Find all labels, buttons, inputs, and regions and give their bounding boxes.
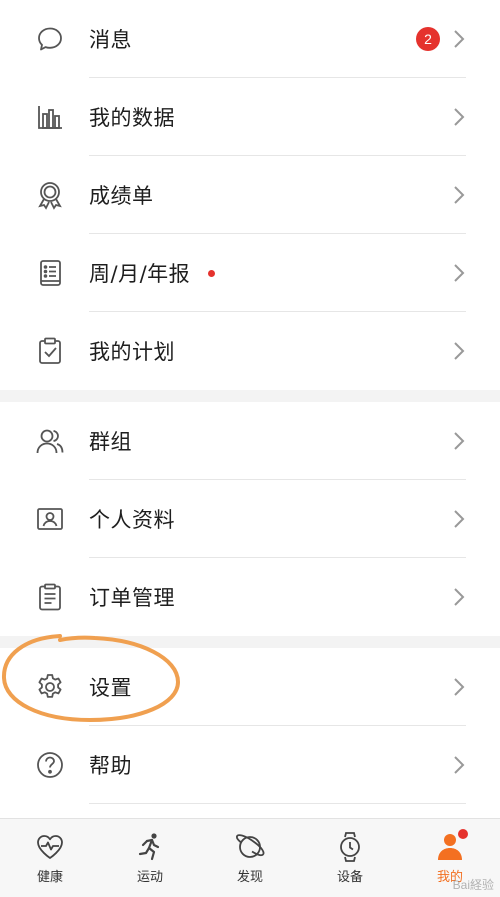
menu-item-my-data[interactable]: 我的数据 <box>0 78 500 156</box>
menu-item-help[interactable]: 帮助 <box>0 726 500 804</box>
unread-badge: 2 <box>416 27 440 51</box>
group-users-icon <box>34 425 66 457</box>
chevron-right-icon <box>454 264 465 282</box>
runner-icon <box>138 833 160 861</box>
gear-icon <box>34 671 66 703</box>
section-gap <box>0 636 500 648</box>
chevron-right-icon <box>454 432 465 450</box>
watermark: Bai経验 <box>452 878 494 892</box>
section-gap <box>0 390 500 402</box>
tab-health[interactable]: 健康 <box>0 819 100 897</box>
bottom-tab-bar: 健康 运动 发现 设备 我的 Bai経验 <box>0 818 500 897</box>
menu-item-label: 群组 <box>89 430 132 454</box>
chevron-right-icon <box>454 678 465 696</box>
heart-pulse-icon <box>37 835 63 859</box>
order-list-icon <box>34 581 66 613</box>
menu-item-orders[interactable]: 订单管理 <box>0 558 500 636</box>
chevron-right-icon <box>454 342 465 360</box>
chevron-right-icon <box>454 756 465 774</box>
medal-icon <box>34 179 66 211</box>
menu-item-label: 我的计划 <box>89 340 175 364</box>
menu-item-groups[interactable]: 群组 <box>0 402 500 480</box>
settings-menu: 消息 2 我的数据 成绩单 周/月/年报 我的计划 群组 个人资料 订单管理 设… <box>0 0 500 804</box>
message-bubble-icon <box>34 23 66 55</box>
tab-devices[interactable]: 设备 <box>300 819 400 897</box>
menu-item-profile[interactable]: 个人资料 <box>0 480 500 558</box>
menu-group-3: 设置 帮助 <box>0 648 500 804</box>
chevron-right-icon <box>454 30 465 48</box>
menu-item-label: 个人资料 <box>89 508 175 532</box>
bar-chart-icon <box>34 101 66 133</box>
tab-discover[interactable]: 发现 <box>200 819 300 897</box>
menu-item-my-plan[interactable]: 我的计划 <box>0 312 500 390</box>
menu-item-reports[interactable]: 周/月/年报 <box>0 234 500 312</box>
new-indicator-dot <box>208 270 215 277</box>
chevron-right-icon <box>454 108 465 126</box>
menu-item-transcript[interactable]: 成绩单 <box>0 156 500 234</box>
menu-item-label: 消息 <box>89 28 132 52</box>
divider <box>89 803 466 804</box>
tab-label: 健康 <box>36 870 63 885</box>
chevron-right-icon <box>454 510 465 528</box>
menu-item-settings[interactable]: 设置 <box>0 648 500 726</box>
clipboard-check-icon <box>34 335 66 367</box>
menu-group-1: 消息 2 我的数据 成绩单 周/月/年报 我的计划 <box>0 0 500 390</box>
report-book-icon <box>34 257 66 289</box>
chevron-right-icon <box>454 588 465 606</box>
menu-item-label: 帮助 <box>89 754 132 778</box>
planet-icon <box>236 834 265 858</box>
tab-label: 发现 <box>236 870 263 885</box>
profile-card-icon <box>34 503 66 535</box>
chevron-right-icon <box>454 186 465 204</box>
menu-item-label: 订单管理 <box>89 586 175 610</box>
watch-icon <box>340 832 360 862</box>
help-circle-icon <box>34 749 66 781</box>
menu-item-label: 成绩单 <box>89 184 154 208</box>
menu-item-label: 我的数据 <box>89 106 175 130</box>
tab-label: 设备 <box>336 870 363 885</box>
menu-group-2: 群组 个人资料 订单管理 <box>0 402 500 636</box>
menu-item-label: 周/月/年报 <box>89 262 191 286</box>
tab-label: 运动 <box>136 870 163 885</box>
tab-exercise[interactable]: 运动 <box>100 819 200 897</box>
menu-item-label: 设置 <box>89 676 132 700</box>
menu-item-messages[interactable]: 消息 2 <box>0 0 500 78</box>
notification-dot <box>458 829 468 839</box>
